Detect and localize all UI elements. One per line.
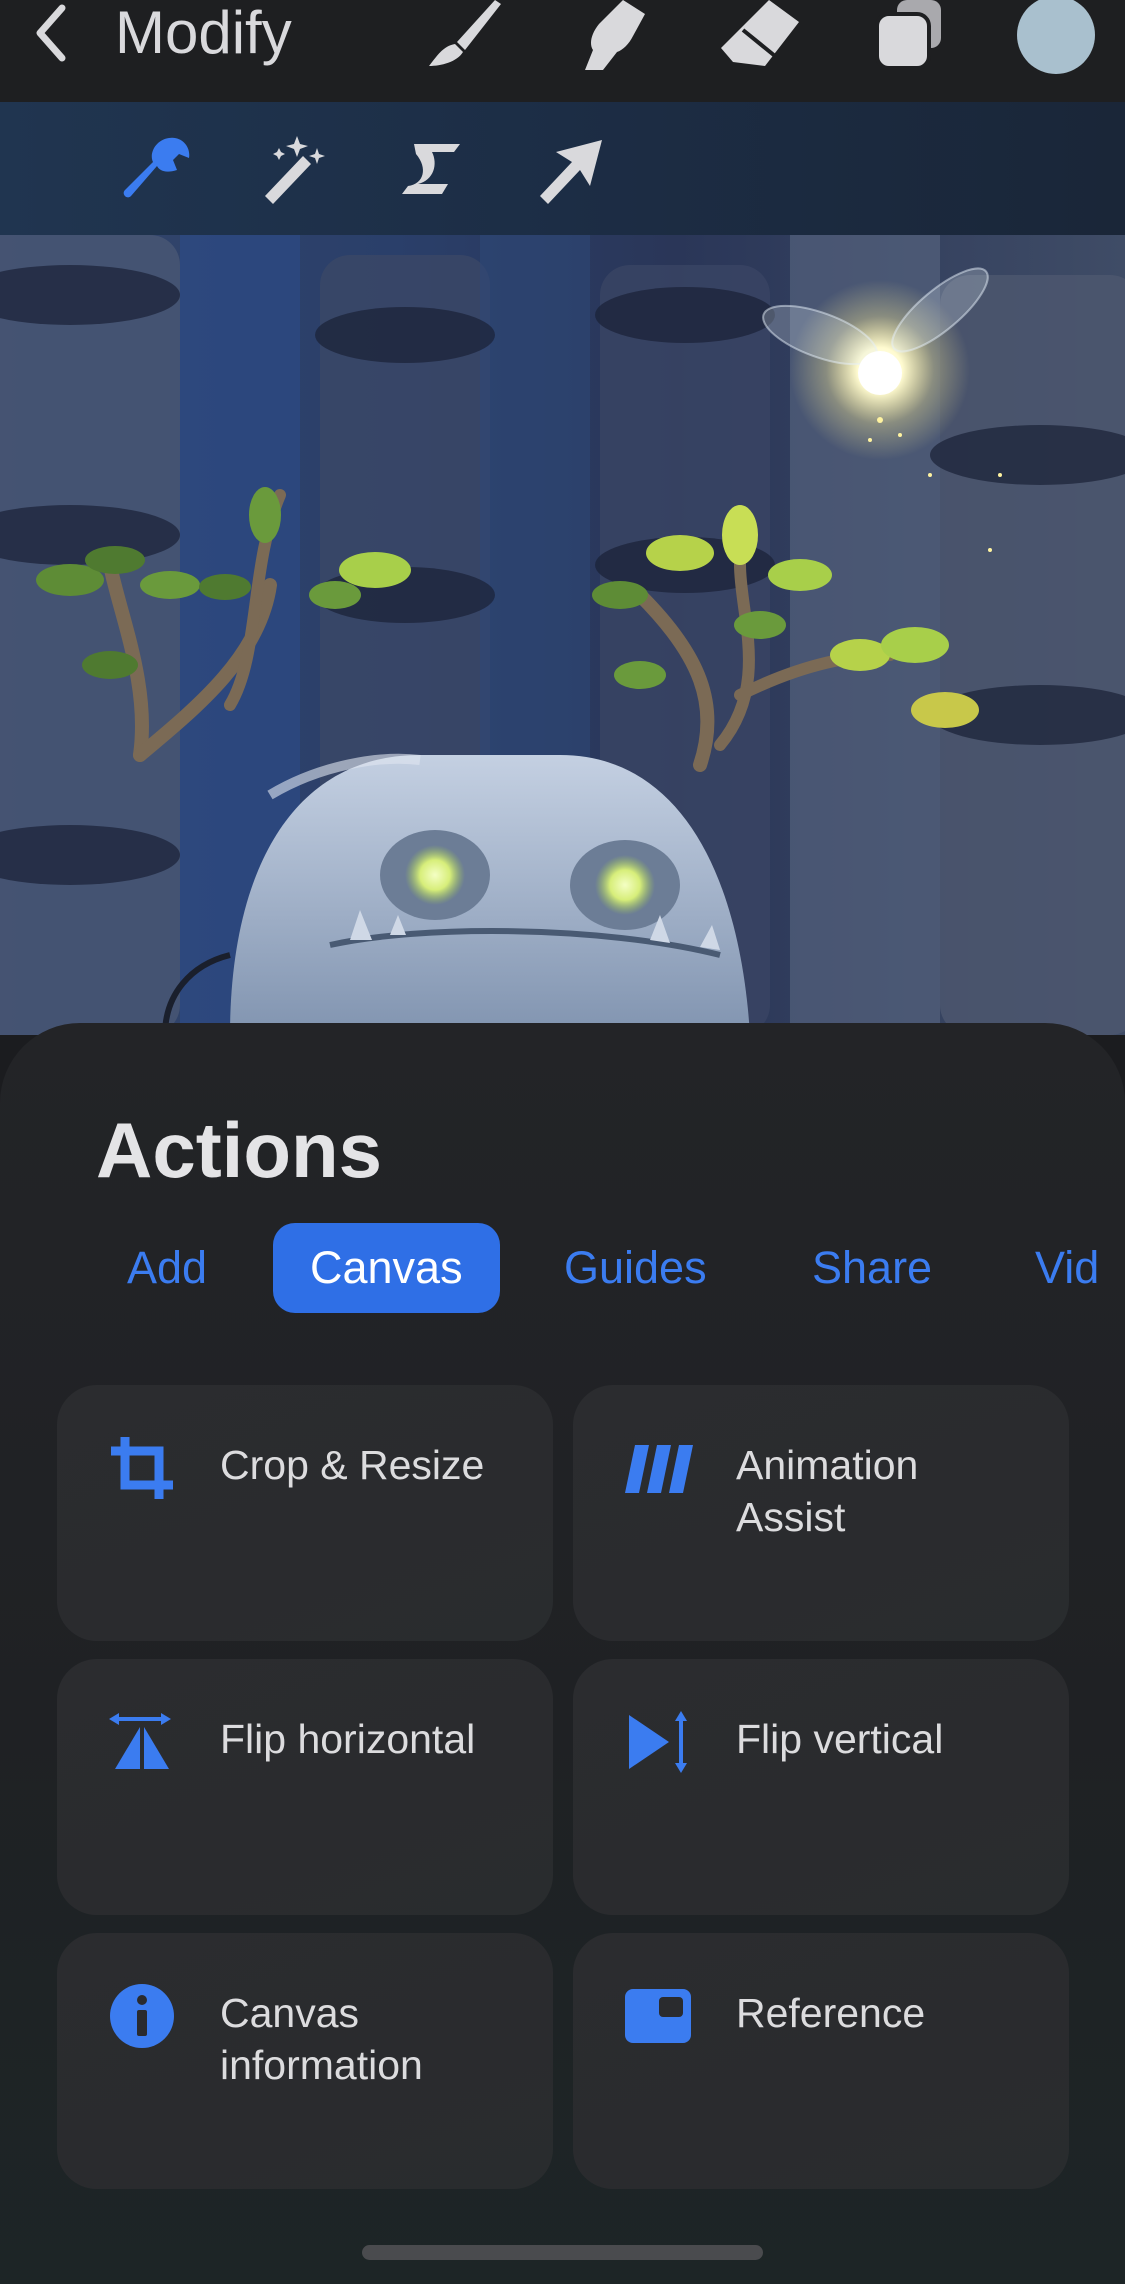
crop-resize-button[interactable]: Crop & Resize — [57, 1385, 553, 1641]
flip-horizontal-button[interactable]: Flip horizontal — [57, 1659, 553, 1915]
brush-icon — [429, 0, 501, 66]
selection-button[interactable] — [392, 132, 472, 212]
tab-guides[interactable]: Guides — [564, 1223, 707, 1313]
actions-tabs: Add Canvas Guides Share Vid — [0, 1223, 1125, 1315]
adjustments-button[interactable] — [255, 132, 335, 212]
artwork-canvas[interactable] — [0, 235, 1125, 1035]
color-picker-button[interactable] — [1017, 0, 1095, 74]
artwork-image — [0, 235, 1125, 1035]
tab-video[interactable]: Vid — [1035, 1223, 1099, 1313]
eraser-icon — [721, 0, 799, 66]
layers-icon — [875, 0, 941, 70]
smudge-icon — [585, 0, 645, 70]
actions-wrench-icon — [123, 137, 190, 198]
home-indicator[interactable] — [362, 2245, 763, 2260]
gallery-title[interactable]: Modify — [115, 0, 292, 70]
flip-vertical-icon — [623, 1707, 693, 1777]
tab-canvas[interactable]: Canvas — [273, 1223, 500, 1313]
chevron-left-icon — [36, 4, 66, 62]
smudge-tool-button[interactable] — [558, 0, 658, 70]
back-button[interactable] — [30, 0, 74, 70]
animation-assist-label: Animation Assist — [736, 1442, 919, 1540]
canvas-information-label: Canvas information — [220, 1990, 423, 2088]
tab-share[interactable]: Share — [812, 1223, 932, 1313]
selection-icon — [402, 144, 460, 194]
adjustments-magic-wand-icon — [265, 136, 325, 204]
animation-assist-button[interactable]: Animation Assist — [573, 1385, 1069, 1641]
reference-button[interactable]: Reference — [573, 1933, 1069, 2189]
info-icon — [107, 1981, 177, 2051]
transform-button[interactable] — [530, 132, 610, 212]
panel-title: Actions — [96, 1106, 383, 1194]
flip-vertical-button[interactable]: Flip vertical — [573, 1659, 1069, 1915]
tab-add[interactable]: Add — [127, 1223, 207, 1313]
layers-button[interactable] — [856, 0, 956, 70]
reference-label: Reference — [736, 1990, 926, 2036]
canvas-information-button[interactable]: Canvas information — [57, 1933, 553, 2189]
top-toolbar: Modify — [0, 0, 1125, 102]
transform-arrow-icon — [540, 140, 602, 204]
crop-resize-label: Crop & Resize — [220, 1442, 485, 1488]
eraser-tool-button[interactable] — [708, 0, 808, 70]
animation-assist-icon — [623, 1433, 693, 1503]
brush-tool-button[interactable] — [408, 0, 508, 70]
flip-vertical-label: Flip vertical — [736, 1716, 944, 1762]
actions-button[interactable] — [117, 132, 197, 212]
reference-icon — [623, 1981, 693, 2051]
flip-horizontal-icon — [107, 1707, 177, 1777]
actions-panel: Actions Add Canvas Guides Share Vid Crop… — [0, 1023, 1125, 2284]
flip-horizontal-label: Flip horizontal — [220, 1716, 476, 1762]
modify-toolbar — [0, 102, 1125, 235]
crop-icon — [107, 1433, 177, 1503]
